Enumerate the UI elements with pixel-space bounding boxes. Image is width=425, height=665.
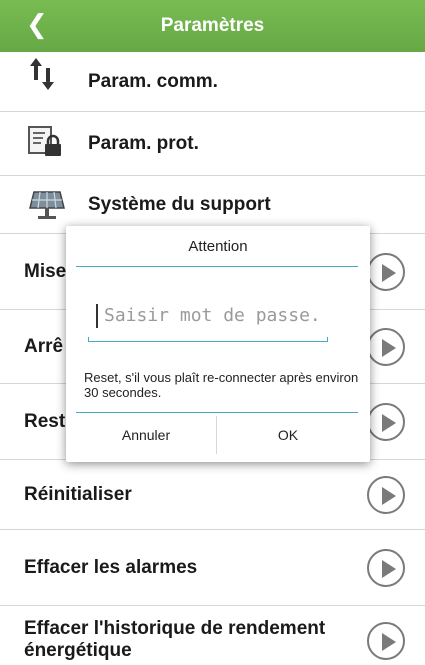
dialog-title: Attention bbox=[188, 238, 248, 255]
settings-item-comm[interactable]: Param. comm. bbox=[0, 52, 425, 112]
ok-button[interactable]: OK bbox=[216, 416, 359, 454]
settings-item-prot[interactable]: Param. prot. bbox=[0, 112, 425, 176]
play-circle-icon[interactable] bbox=[367, 622, 405, 660]
solar-panel-icon bbox=[28, 190, 66, 225]
transfer-arrows-icon bbox=[28, 56, 56, 97]
back-chevron-icon[interactable]: ❮ bbox=[26, 10, 48, 40]
play-circle-icon[interactable] bbox=[367, 548, 405, 587]
settings-item-label: Mise bbox=[24, 260, 67, 282]
play-circle-icon[interactable] bbox=[367, 327, 405, 366]
play-circle-icon[interactable] bbox=[367, 475, 405, 514]
settings-item-label: Effacer l'historique de rendement énergé… bbox=[24, 618, 326, 661]
settings-item-label: Réinitialiser bbox=[24, 483, 132, 505]
lock-document-icon bbox=[28, 126, 64, 163]
play-circle-icon[interactable] bbox=[367, 252, 405, 291]
settings-item-label: Système du support bbox=[88, 193, 271, 215]
settings-item-label: Effacer les alarmes bbox=[24, 556, 198, 578]
dialog-divider bbox=[76, 266, 358, 267]
page-title: Paramètres bbox=[160, 15, 265, 36]
dialog-message: Reset, s'il vous plaît re-connecter aprè… bbox=[84, 370, 359, 400]
settings-item-label: Arrê bbox=[24, 335, 64, 357]
play-circle-icon[interactable] bbox=[367, 402, 405, 441]
cancel-button[interactable]: Annuler bbox=[76, 416, 216, 454]
password-input[interactable]: Saisir mot de passe. bbox=[96, 304, 321, 328]
settings-item-effacer-historique[interactable]: Effacer l'historique de rendement énergé… bbox=[0, 606, 425, 665]
attention-dialog: Attention Saisir mot de passe. Reset, s'… bbox=[66, 226, 370, 462]
settings-item-label: Rest bbox=[24, 410, 66, 432]
dialog-divider bbox=[76, 412, 358, 413]
settings-item-label: Param. comm. bbox=[88, 70, 218, 92]
settings-item-effacer-alarmes[interactable]: Effacer les alarmes bbox=[0, 530, 425, 606]
settings-item-reinitialiser[interactable]: Réinitialiser bbox=[0, 460, 425, 530]
settings-item-label: Param. prot. bbox=[88, 132, 199, 154]
app-header: ❮ Paramètres bbox=[0, 0, 425, 52]
password-underline bbox=[88, 337, 328, 342]
